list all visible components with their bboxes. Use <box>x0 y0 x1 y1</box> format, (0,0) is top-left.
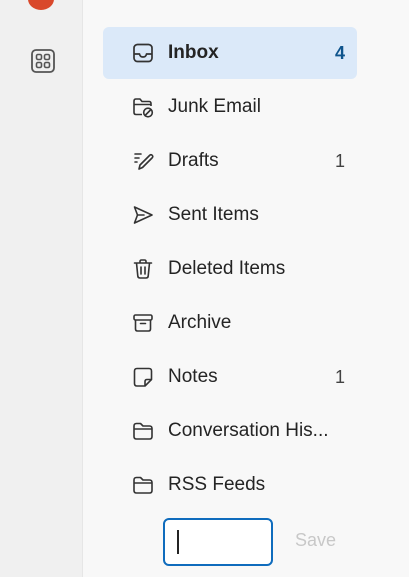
apps-grid-icon <box>30 48 56 74</box>
folder-label: Conversation His... <box>168 420 329 441</box>
text-cursor <box>177 530 179 554</box>
folder-label: Archive <box>168 312 232 333</box>
save-button[interactable]: Save <box>295 530 336 551</box>
unread-count: 1 <box>334 366 345 387</box>
folder-label: Drafts <box>168 150 219 171</box>
note-icon <box>129 363 157 391</box>
send-icon <box>129 201 157 229</box>
mail-window: Inbox 4 Junk Email Drafts 1 Sent Items D… <box>0 0 409 577</box>
folder-item-junk-email[interactable]: Junk Email <box>103 81 357 133</box>
folder-label: Junk Email <box>168 96 261 117</box>
inbox-icon <box>129 39 157 67</box>
folder-label: Deleted Items <box>168 258 286 279</box>
folder-item-sent-items[interactable]: Sent Items <box>103 189 357 241</box>
notification-dot <box>28 0 54 10</box>
trash-icon <box>129 255 157 283</box>
folder-item-archive[interactable]: Archive <box>103 297 357 349</box>
junk-folder-icon <box>129 93 157 121</box>
folder-label: Sent Items <box>168 204 259 225</box>
folder-item-inbox[interactable]: Inbox 4 <box>103 27 357 79</box>
new-folder-name-input[interactable] <box>163 518 273 566</box>
folder-label: RSS Feeds <box>168 474 266 495</box>
folder-icon <box>129 471 157 499</box>
folder-item-rss-feeds[interactable]: RSS Feeds <box>103 459 357 511</box>
apps-button[interactable] <box>28 46 58 76</box>
folder-icon <box>129 417 157 445</box>
app-rail <box>0 0 82 577</box>
folder-item-drafts[interactable]: Drafts 1 <box>103 135 357 187</box>
folder-item-conversation-history[interactable]: Conversation His... <box>103 405 357 457</box>
folder-item-deleted-items[interactable]: Deleted Items <box>103 243 357 295</box>
drafts-pencil-icon <box>129 147 157 175</box>
unread-count: 4 <box>334 42 345 63</box>
archive-icon <box>129 309 157 337</box>
unread-count: 1 <box>334 150 345 171</box>
folder-pane: Inbox 4 Junk Email Drafts 1 Sent Items D… <box>83 0 409 577</box>
folder-label: Notes <box>168 366 218 387</box>
folder-item-notes[interactable]: Notes 1 <box>103 351 357 403</box>
folder-label: Inbox <box>168 42 219 63</box>
